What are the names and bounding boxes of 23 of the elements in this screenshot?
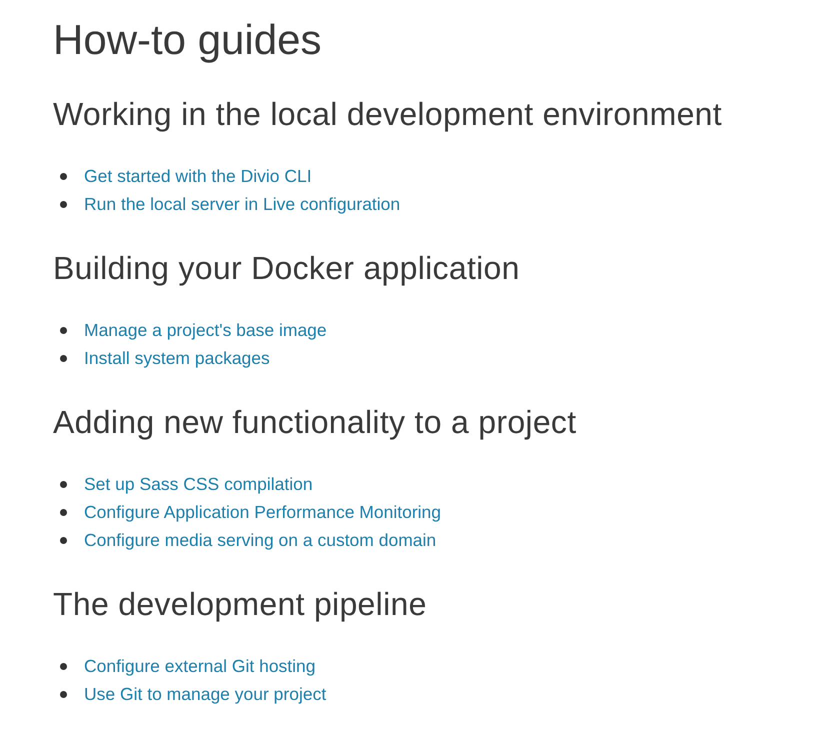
bullet-icon — [60, 662, 67, 670]
guide-link[interactable]: Configure external Git hosting — [84, 656, 316, 676]
bullet-icon — [60, 354, 67, 362]
guide-link[interactable]: Use Git to manage your project — [84, 684, 326, 704]
guide-link[interactable]: Manage a project's base image — [84, 320, 327, 340]
guide-link[interactable]: Run the local server in Live configuration — [84, 194, 400, 214]
bullet-icon — [60, 508, 67, 516]
guide-link[interactable]: Configure media serving on a custom domain — [84, 530, 436, 550]
bullet-icon — [60, 480, 67, 488]
bullet-icon — [60, 200, 67, 208]
bullet-icon — [60, 536, 67, 544]
guide-link[interactable]: Install system packages — [84, 348, 270, 368]
section-heading: The development pipeline — [53, 585, 428, 624]
guide-link[interactable]: Set up Sass CSS compilation — [84, 474, 313, 494]
guide-link[interactable]: Get started with the Divio CLI — [84, 166, 312, 186]
bullet-icon — [60, 690, 67, 698]
section-heading: Building your Docker application — [53, 249, 521, 288]
bullet-icon — [60, 172, 67, 180]
section-heading: Working in the local development environment — [53, 95, 723, 134]
page-title: How-to guides — [53, 16, 322, 64]
guide-link[interactable]: Configure Application Performance Monitoring — [84, 502, 441, 522]
bullet-icon — [60, 326, 67, 334]
section-heading: Adding new functionality to a project — [53, 403, 578, 442]
